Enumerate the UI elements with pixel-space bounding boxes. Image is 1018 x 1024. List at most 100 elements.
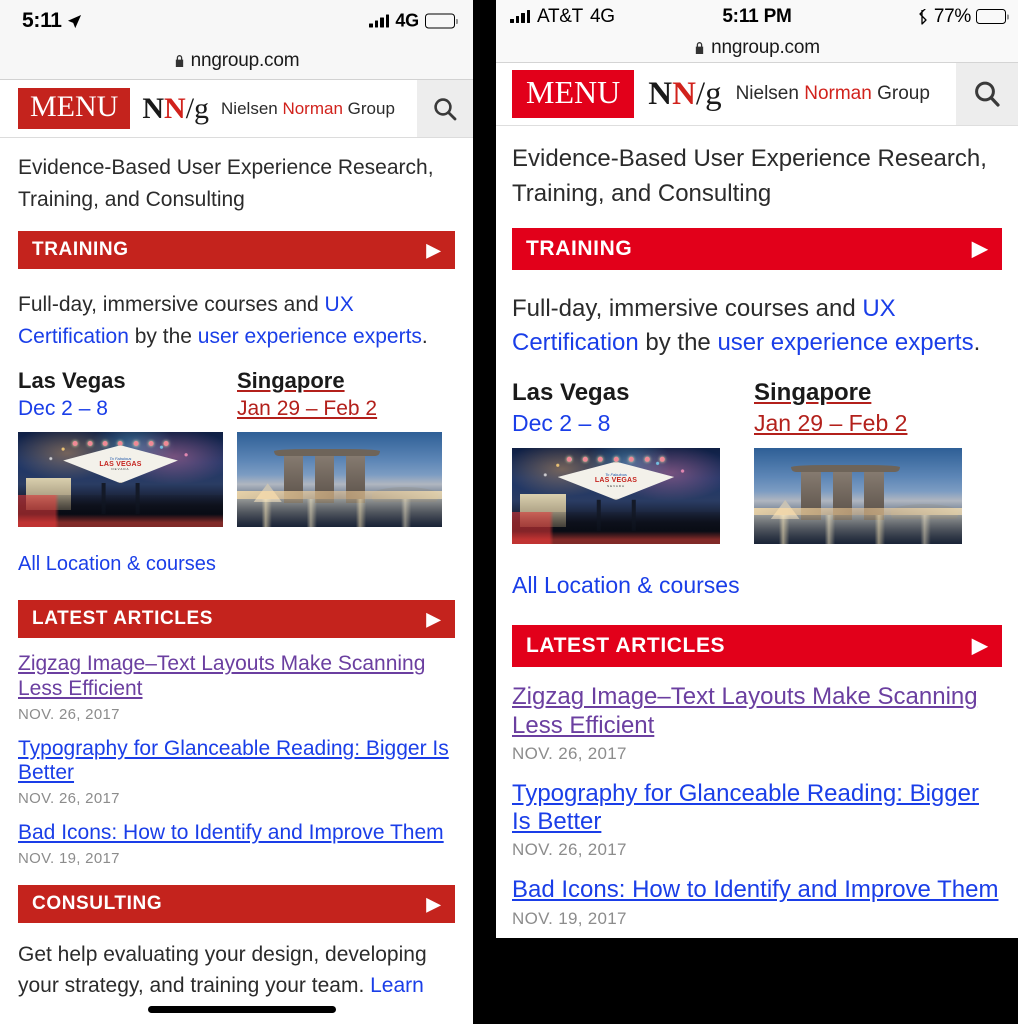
training-intro-part-1: Full-day, immersive courses and xyxy=(18,293,325,316)
location-card-singapore: Singapore Jan 29 – Feb 2 xyxy=(754,379,962,545)
left-status-indicators: 4G xyxy=(369,11,455,32)
bluetooth-icon xyxy=(919,8,927,25)
logo-n2: N xyxy=(672,75,696,112)
brand-name: Nielsen Norman Group xyxy=(221,99,395,119)
signal-bars-icon xyxy=(369,14,390,28)
all-locations-link[interactable]: All Location & courses xyxy=(496,544,1018,599)
location-city-name[interactable]: Las Vegas xyxy=(18,368,126,393)
article-list-item: Typography for Glanceable Reading: Bigge… xyxy=(496,764,1018,861)
logo-n1: N xyxy=(142,91,165,125)
location-arrow-icon xyxy=(67,14,81,28)
carrier-label: AT&T xyxy=(537,5,583,27)
play-arrow-icon: ▶ xyxy=(426,893,441,914)
brand-part-3: Group xyxy=(342,98,395,118)
article-title-link[interactable]: Bad Icons: How to Identify and Improve T… xyxy=(18,821,455,846)
nng-logo[interactable]: N N / g xyxy=(142,92,209,126)
battery-icon xyxy=(976,9,1006,24)
search-button[interactable] xyxy=(417,80,473,137)
logo-g: g xyxy=(705,75,722,112)
vegas-sign-line-3: NEVADA xyxy=(111,467,130,472)
location-dates-link[interactable]: Jan 29 – Feb 2 xyxy=(237,397,442,421)
article-title-link[interactable]: Zigzag Image–Text Layouts Make Scanning … xyxy=(18,652,455,702)
right-url-bar[interactable]: nngroup.com xyxy=(496,33,1018,63)
latest-articles-heading-label: LATEST ARTICLES xyxy=(526,634,726,658)
left-status-time-group: 5:11 xyxy=(22,9,82,33)
las-vegas-sign-photo[interactable]: To Fabulous LAS VEGAS NEVADA xyxy=(512,448,720,545)
location-dates-link[interactable]: Dec 2 – 8 xyxy=(18,397,223,421)
logo-slash: / xyxy=(695,75,706,112)
url-text: nngroup.com xyxy=(711,36,820,58)
logo-n2: N xyxy=(164,91,186,125)
location-card-las-vegas: Las Vegas Dec 2 – 8 To Fabulous LAS VEGA… xyxy=(512,379,720,545)
article-list-item: Zigzag Image–Text Layouts Make Scanning … xyxy=(496,667,1018,764)
right-tagline: Evidence-Based User Experience Research,… xyxy=(512,145,987,207)
location-city-name[interactable]: Singapore xyxy=(237,368,345,393)
article-list-item: Zigzag Image–Text Layouts Make Scanning … xyxy=(0,638,473,723)
search-icon xyxy=(434,97,457,120)
search-icon xyxy=(975,81,1000,107)
left-url-bar[interactable]: nngroup.com xyxy=(0,42,473,80)
training-intro-part-2: by the xyxy=(638,329,718,357)
nng-logo[interactable]: N N / g xyxy=(648,76,721,113)
play-arrow-icon: ▶ xyxy=(972,635,988,658)
article-list-item: Typography for Glanceable Reading: Bigge… xyxy=(0,723,473,808)
location-dates-link[interactable]: Jan 29 – Feb 2 xyxy=(754,410,962,437)
training-intro-part-1: Full-day, immersive courses and xyxy=(512,294,863,322)
las-vegas-sign-photo[interactable]: To Fabulous LAS VEGAS NEVADA xyxy=(18,432,223,527)
left-site-header: MENU N N / g Nielsen Norman Group xyxy=(0,80,473,138)
singapore-marina-bay-photo[interactable] xyxy=(237,432,442,527)
signal-bars-icon xyxy=(510,10,530,23)
url-text: nngroup.com xyxy=(190,49,300,71)
consulting-section-header[interactable]: CONSULTING ▶ xyxy=(18,884,455,923)
battery-icon xyxy=(425,13,455,29)
logo-n1: N xyxy=(648,75,673,112)
consulting-learn-more-link[interactable]: Learn xyxy=(370,974,424,997)
training-intro-part-3: . xyxy=(421,324,428,348)
user-experience-experts-link[interactable]: user experience experts xyxy=(198,325,422,348)
training-section-header[interactable]: TRAINING ▶ xyxy=(512,227,1002,270)
singapore-marina-bay-photo[interactable] xyxy=(754,448,962,545)
latest-articles-heading-label: LATEST ARTICLES xyxy=(32,608,214,629)
article-title-link[interactable]: Zigzag Image–Text Layouts Make Scanning … xyxy=(512,683,1002,740)
home-indicator-bar xyxy=(148,1006,336,1013)
latest-articles-section-header[interactable]: LATEST ARTICLES ▶ xyxy=(18,600,455,638)
vegas-sign-line-3: NEVADA xyxy=(606,483,626,488)
latest-articles-section-header[interactable]: LATEST ARTICLES ▶ xyxy=(512,625,1002,668)
status-time: 5:11 PM xyxy=(722,5,792,27)
article-title-link[interactable]: Typography for Glanceable Reading: Bigge… xyxy=(512,780,1002,837)
left-latest-articles-block: LATEST ARTICLES ▶ xyxy=(0,600,473,638)
dual-phone-comparison: 5:11 4G nngroup.com MENU N N / g Nielsen No… xyxy=(0,0,1018,1024)
location-dates-link[interactable]: Dec 2 – 8 xyxy=(512,410,720,437)
article-date: NOV. 19, 2017 xyxy=(18,849,120,867)
right-site-header: MENU N N / g Nielsen Norman Group xyxy=(496,63,1018,126)
play-arrow-icon: ▶ xyxy=(426,609,441,629)
play-arrow-icon: ▶ xyxy=(426,240,441,260)
left-status-bar: 5:11 4G xyxy=(0,0,473,42)
article-date: NOV. 26, 2017 xyxy=(512,743,627,763)
logo-g: g xyxy=(194,91,210,125)
all-locations-link[interactable]: All Location & courses xyxy=(0,527,473,576)
location-city-name[interactable]: Singapore xyxy=(754,379,871,406)
article-date: NOV. 26, 2017 xyxy=(18,790,120,808)
location-card-singapore: Singapore Jan 29 – Feb 2 xyxy=(237,368,442,527)
right-status-right-group: 77% xyxy=(918,6,1006,28)
article-title-link[interactable]: Bad Icons: How to Identify and Improve T… xyxy=(512,876,1002,904)
left-tagline: Evidence-Based User Experience Research,… xyxy=(18,156,434,211)
search-button[interactable] xyxy=(956,63,1018,125)
training-section-header[interactable]: TRAINING ▶ xyxy=(18,231,455,269)
location-city-name[interactable]: Las Vegas xyxy=(512,379,629,406)
menu-button[interactable]: MENU xyxy=(512,70,635,118)
article-title-link[interactable]: Typography for Glanceable Reading: Bigge… xyxy=(18,737,455,787)
logo-slash: / xyxy=(185,91,195,125)
right-status-bar: AT&T 4G 5:11 PM 77% xyxy=(496,0,1018,33)
user-experience-experts-link[interactable]: user experience experts xyxy=(717,329,973,356)
right-training-intro: Full-day, immersive courses and UX Certi… xyxy=(496,270,1018,368)
brand-part-2: Norman xyxy=(282,98,343,118)
left-training-intro: Full-day, immersive courses and UX Certi… xyxy=(0,269,473,358)
right-phone-screenshot: AT&T 4G 5:11 PM 77% nngroup.com MENU N N… xyxy=(473,0,1018,1024)
network-label: 4G xyxy=(395,10,419,31)
location-card-las-vegas: Las Vegas Dec 2 – 8 To Fabulous LAS VEGA… xyxy=(18,368,223,527)
left-consulting-body: Get help evaluating your design, develop… xyxy=(0,923,473,1008)
left-site-content: MENU N N / g Nielsen Norman Group Evidence-… xyxy=(0,80,473,1008)
menu-button[interactable]: MENU xyxy=(18,88,131,129)
